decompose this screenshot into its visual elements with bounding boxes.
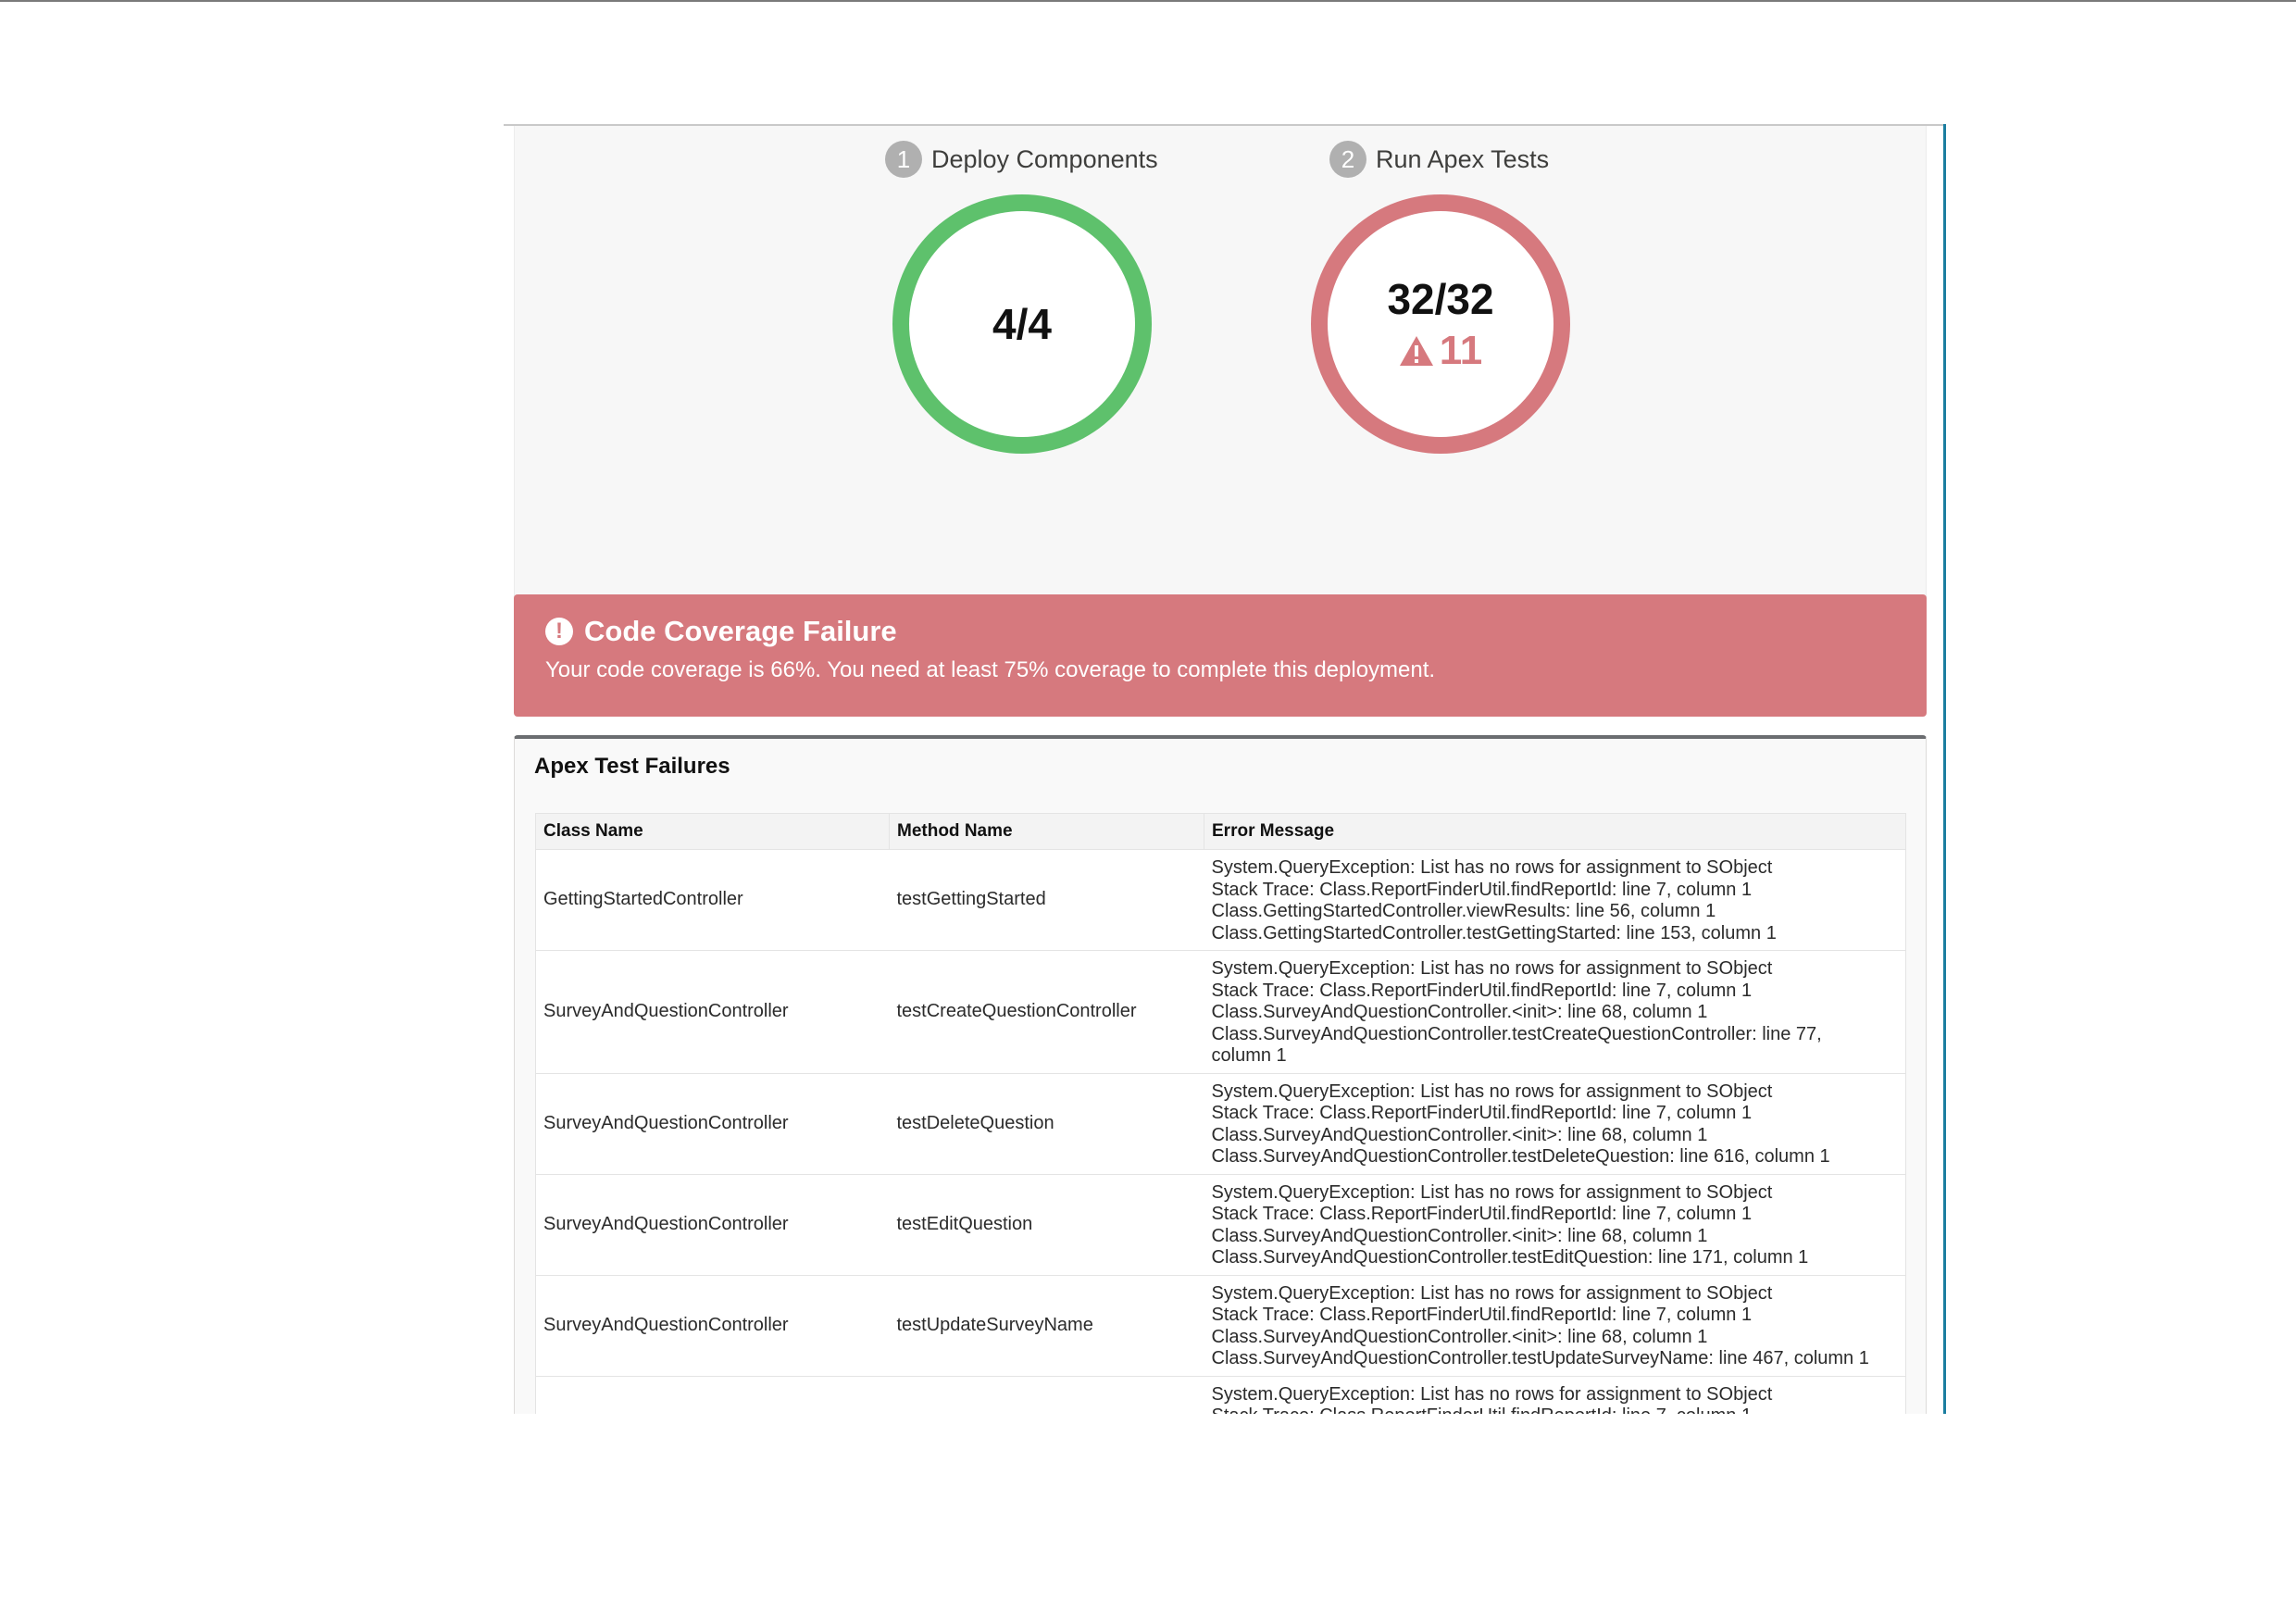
ring-center: 32/32 11: [1328, 211, 1554, 437]
step-run-apex-tests-header: 2 Run Apex Tests: [1329, 141, 1549, 178]
class-name-cell: GettingStartedController: [535, 849, 890, 951]
frame-scroll-edge: [1943, 124, 1946, 1414]
table-row: SurveyAndQuestionController testEditQues…: [535, 1173, 1906, 1276]
apex-tests-count: 32/32: [1387, 275, 1494, 323]
deploy-components-count: 4/4: [992, 300, 1052, 348]
class-name-cell: SurveyAndQuestionController: [535, 1274, 890, 1377]
apex-test-failures-count: 11: [1439, 328, 1483, 373]
column-header-method-name[interactable]: Method Name: [889, 813, 1204, 850]
method-name-cell: testUpdateSurveyName: [889, 1274, 1204, 1377]
class-name-cell: SurveyAndQuestionController: [535, 1375, 890, 1414]
table-header-row: Class Name Method Name Error Message: [535, 813, 1906, 850]
table-row: SurveyAndQuestionController testCreateQu…: [535, 950, 1906, 1074]
table-row: SurveyAndQuestionController testDeleteQu…: [535, 1072, 1906, 1175]
step-deploy-components-header: 1 Deploy Components: [885, 141, 1158, 178]
method-name-cell: testPreviewQuestion: [889, 1375, 1204, 1414]
method-name-cell: testCreateQuestionController: [889, 950, 1204, 1074]
window-top-rule: [0, 0, 2296, 2]
table-row: GettingStartedController testGettingStar…: [535, 849, 1906, 951]
class-name-cell: SurveyAndQuestionController: [535, 1072, 890, 1175]
error-message-cell: System.QueryException: List has no rows …: [1204, 1375, 1906, 1414]
error-message-cell: System.QueryException: List has no rows …: [1204, 1072, 1906, 1175]
apex-test-failures-card: Apex Test Failures Class Name Method Nam…: [514, 735, 1927, 1414]
error-message-cell: System.QueryException: List has no rows …: [1204, 849, 1906, 951]
error-message-cell: System.QueryException: List has no rows …: [1204, 1274, 1906, 1377]
error-message-cell: System.QueryException: List has no rows …: [1204, 1173, 1906, 1276]
class-name-cell: SurveyAndQuestionController: [535, 950, 890, 1074]
method-name-cell: testGettingStarted: [889, 849, 1204, 951]
banner-heading: ! Code Coverage Failure: [545, 615, 1895, 648]
warning-icon: [1399, 336, 1433, 366]
column-header-error-message[interactable]: Error Message: [1204, 813, 1906, 850]
code-coverage-failure-banner: ! Code Coverage Failure Your code covera…: [514, 594, 1927, 717]
step-number-badge: 2: [1329, 141, 1366, 178]
method-name-cell: testDeleteQuestion: [889, 1072, 1204, 1175]
error-message-cell: System.QueryException: List has no rows …: [1204, 950, 1906, 1074]
table-row: SurveyAndQuestionController testUpdateSu…: [535, 1274, 1906, 1377]
step-title: Run Apex Tests: [1376, 144, 1550, 173]
apex-test-failures-table: Class Name Method Name Error Message Get…: [535, 813, 1906, 1414]
exclamation-circle-icon: !: [545, 618, 573, 645]
method-name-cell: testEditQuestion: [889, 1173, 1204, 1276]
step-number-badge: 1: [885, 141, 922, 178]
banner-message: Your code coverage is 66%. You need at l…: [545, 657, 1436, 682]
banner-title: Code Coverage Failure: [584, 615, 897, 647]
card-title: Apex Test Failures: [534, 754, 730, 779]
ring-center: 4/4: [909, 211, 1135, 437]
deploy-components-progress-ring: 4/4: [892, 194, 1152, 454]
deployment-status-frame: 1 Deploy Components 4/4 2 Run Apex Tests…: [504, 124, 1946, 1414]
column-header-class-name[interactable]: Class Name: [535, 813, 890, 850]
table-row: SurveyAndQuestionController testPreviewQ…: [535, 1375, 1906, 1414]
run-apex-tests-progress-ring: 32/32 11: [1311, 194, 1570, 454]
class-name-cell: SurveyAndQuestionController: [535, 1173, 890, 1276]
step-title: Deploy Components: [931, 144, 1158, 173]
apex-test-failures-indicator: 11: [1399, 328, 1483, 374]
